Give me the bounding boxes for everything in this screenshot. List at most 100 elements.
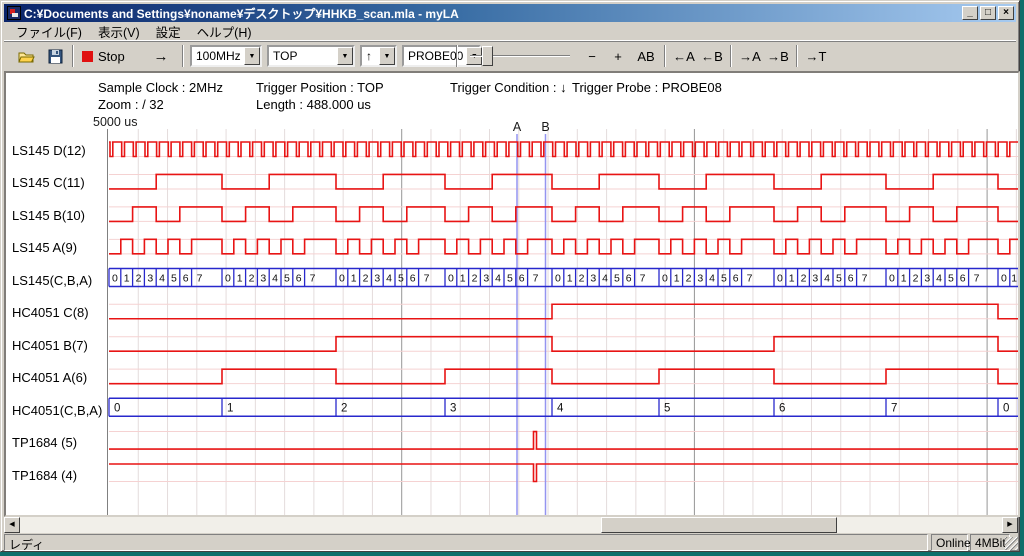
svg-text:1: 1 bbox=[351, 273, 357, 285]
svg-text:4: 4 bbox=[824, 273, 830, 285]
slider-thumb[interactable] bbox=[482, 46, 493, 66]
resize-grip[interactable] bbox=[1005, 537, 1018, 550]
svg-text:0: 0 bbox=[555, 273, 561, 285]
svg-text:1: 1 bbox=[460, 273, 466, 285]
trigger-condition-info: Trigger Condition : ↓ bbox=[450, 80, 567, 95]
goto-trigger-button[interactable]: →T bbox=[802, 45, 830, 67]
zoom-out-button[interactable]: − bbox=[580, 45, 604, 67]
waveform-view: Sample Clock : 2MHz Trigger Position : T… bbox=[4, 71, 1020, 517]
svg-text:6: 6 bbox=[519, 273, 525, 285]
channel-label: TP1684 (5) bbox=[12, 435, 77, 450]
svg-text:A: A bbox=[513, 120, 522, 134]
set-a-button[interactable]: ←A bbox=[670, 45, 698, 67]
svg-text:1: 1 bbox=[227, 403, 233, 415]
channel-label: LS145 D(12) bbox=[12, 143, 86, 158]
goto-b-button[interactable]: →B bbox=[764, 45, 792, 67]
open-folder-icon bbox=[18, 49, 36, 64]
svg-text:6: 6 bbox=[733, 273, 739, 285]
horizontal-scrollbar[interactable]: ◀ ▶ bbox=[4, 517, 1018, 533]
toolbar-separator bbox=[456, 45, 458, 67]
zoom-in-button[interactable]: + bbox=[606, 45, 630, 67]
channel-label: HC4051 A(6) bbox=[12, 370, 87, 385]
svg-text:1: 1 bbox=[901, 273, 907, 285]
toolbar-separator bbox=[72, 45, 74, 67]
svg-text:0: 0 bbox=[1001, 273, 1007, 285]
svg-text:3: 3 bbox=[483, 273, 489, 285]
set-b-button[interactable]: ←B bbox=[698, 45, 726, 67]
window-title: C:¥Documents and Settings¥noname¥デスクトップ¥… bbox=[24, 5, 962, 22]
length-info: Length : 488.000 us bbox=[256, 97, 371, 112]
menu-help[interactable]: ヘルプ(H) bbox=[190, 21, 259, 42]
chevron-down-icon[interactable]: ▼ bbox=[379, 47, 395, 65]
svg-text:2: 2 bbox=[579, 273, 585, 285]
svg-text:4: 4 bbox=[709, 273, 715, 285]
waveform-canvas[interactable]: AB5000 us0123456701234567012345670123456… bbox=[86, 113, 1020, 517]
svg-text:7: 7 bbox=[424, 273, 430, 285]
menu-view[interactable]: 表示(V) bbox=[91, 21, 147, 42]
goto-a-button[interactable]: →A bbox=[736, 45, 764, 67]
save-floppy-icon bbox=[48, 49, 63, 64]
svg-text:6: 6 bbox=[779, 403, 785, 415]
menu-file[interactable]: ファイル(F) bbox=[9, 21, 89, 42]
stop-icon bbox=[82, 51, 93, 62]
svg-text:3: 3 bbox=[147, 273, 153, 285]
channel-label: LS145 A(9) bbox=[12, 240, 77, 255]
zoom-slider[interactable] bbox=[470, 45, 570, 67]
run-button[interactable]: → bbox=[144, 45, 178, 67]
trigger-position-info: Trigger Position : TOP bbox=[256, 80, 384, 95]
svg-text:4: 4 bbox=[557, 403, 564, 415]
channel-label: HC4051 C(8) bbox=[12, 305, 89, 320]
svg-text:2: 2 bbox=[249, 273, 255, 285]
svg-text:2: 2 bbox=[686, 273, 692, 285]
svg-text:5: 5 bbox=[948, 273, 954, 285]
app-window: C:¥Documents and Settings¥noname¥デスクトップ¥… bbox=[0, 0, 1020, 552]
scrollbar-thumb[interactable] bbox=[601, 517, 837, 533]
svg-text:6: 6 bbox=[960, 273, 966, 285]
svg-text:2: 2 bbox=[913, 273, 919, 285]
svg-text:4: 4 bbox=[159, 273, 165, 285]
svg-text:7: 7 bbox=[533, 273, 539, 285]
svg-text:0: 0 bbox=[1003, 403, 1009, 415]
stop-button[interactable]: Stop bbox=[82, 45, 125, 67]
maximize-button[interactable]: □ bbox=[980, 6, 996, 20]
svg-text:1: 1 bbox=[237, 273, 243, 285]
svg-text:2: 2 bbox=[341, 403, 347, 415]
svg-text:0: 0 bbox=[889, 273, 895, 285]
sample-clock-info: Sample Clock : 2MHz bbox=[98, 80, 223, 95]
svg-text:4: 4 bbox=[936, 273, 942, 285]
scroll-left-button[interactable]: ◀ bbox=[4, 517, 20, 533]
status-online: Online bbox=[931, 534, 968, 551]
svg-text:2: 2 bbox=[363, 273, 369, 285]
svg-text:7: 7 bbox=[974, 273, 980, 285]
svg-text:2: 2 bbox=[136, 273, 142, 285]
toolbar-separator bbox=[664, 45, 666, 67]
svg-text:0: 0 bbox=[662, 273, 668, 285]
channel-label: LS145 C(11) bbox=[12, 175, 85, 190]
svg-text:1: 1 bbox=[674, 273, 680, 285]
svg-text:4: 4 bbox=[272, 273, 278, 285]
svg-text:0: 0 bbox=[339, 273, 345, 285]
svg-text:4: 4 bbox=[602, 273, 608, 285]
scroll-right-button[interactable]: ▶ bbox=[1002, 517, 1018, 533]
trigger-position-combo[interactable]: TOP ▼ bbox=[267, 45, 355, 67]
trigger-edge-combo[interactable]: ↑ ▼ bbox=[360, 45, 397, 67]
svg-text:6: 6 bbox=[183, 273, 189, 285]
zoom-info: Zoom : / 32 bbox=[98, 97, 164, 112]
svg-text:2: 2 bbox=[801, 273, 807, 285]
svg-text:3: 3 bbox=[374, 273, 380, 285]
open-button[interactable] bbox=[14, 45, 40, 67]
toolbar-separator bbox=[796, 45, 798, 67]
minimize-button[interactable]: _ bbox=[962, 6, 978, 20]
svg-text:3: 3 bbox=[924, 273, 930, 285]
chevron-down-icon[interactable]: ▼ bbox=[337, 47, 353, 65]
ab-button[interactable]: AB bbox=[632, 45, 660, 67]
svg-text:6: 6 bbox=[296, 273, 302, 285]
sample-clock-combo[interactable]: 100MHz ▼ bbox=[190, 45, 262, 67]
save-button[interactable] bbox=[42, 45, 68, 67]
chevron-down-icon[interactable]: ▼ bbox=[244, 47, 260, 65]
channel-label: LS145 B(10) bbox=[12, 208, 85, 223]
svg-text:0: 0 bbox=[777, 273, 783, 285]
svg-text:5000 us: 5000 us bbox=[93, 115, 137, 129]
menu-settings[interactable]: 設定 bbox=[149, 21, 188, 42]
close-button[interactable]: × bbox=[998, 6, 1014, 20]
